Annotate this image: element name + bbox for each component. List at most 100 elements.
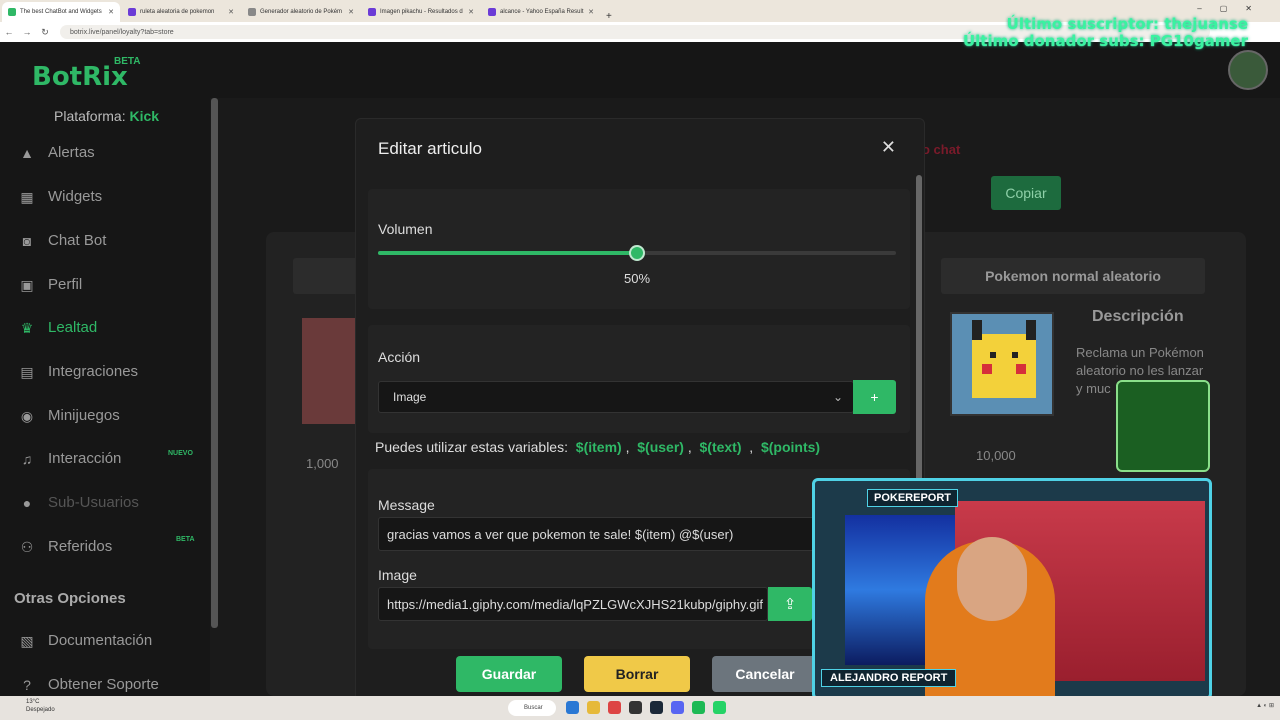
referral-icon: ⚇: [20, 538, 34, 555]
cancel-button[interactable]: Cancelar: [712, 656, 818, 692]
id-card-icon: ▣: [20, 276, 34, 293]
sidebar-item-referidos[interactable]: ⚇ Referidos: [18, 538, 112, 555]
platform-indicator: Plataforma: Kick: [54, 108, 160, 124]
stream-subscriber-overlay: Último suscriptor: thejuanse Último dona…: [962, 15, 1248, 50]
help-icon: ?: [23, 676, 31, 693]
close-icon[interactable]: ✕: [881, 137, 896, 158]
variables-hint: Puedes utilizar estas variables: $(item)…: [375, 439, 821, 455]
warning-icon: ▲: [20, 144, 34, 161]
browser-tab[interactable]: The best ChatBot and Widgets ✕: [2, 2, 120, 22]
close-tab-icon[interactable]: ✕: [228, 8, 234, 16]
sidebar-item-widgets[interactable]: ▦ Widgets: [18, 188, 102, 205]
obs-icon[interactable]: [629, 701, 642, 714]
channel-label: POKEREPORT: [867, 489, 959, 507]
variable-points: $(points): [760, 439, 821, 455]
streamer-head: [957, 537, 1027, 621]
message-label: Message: [378, 497, 435, 513]
add-action-button[interactable]: +: [853, 380, 896, 414]
sidebar-item-minijuegos[interactable]: ◉ Minijuegos: [18, 407, 120, 424]
sidebar-item-perfil[interactable]: ▣ Perfil: [18, 276, 82, 293]
volume-slider-handle[interactable]: [629, 245, 645, 261]
sidebar-item-documentacion[interactable]: ▧ Documentación: [18, 632, 152, 649]
pikachu-icon: [972, 320, 1036, 398]
gamepad-icon: ◉: [20, 407, 34, 424]
volume-slider[interactable]: [378, 245, 896, 261]
action-section: [368, 325, 910, 433]
grid-icon: ▦: [20, 188, 34, 205]
weather-widget[interactable]: 13°C Despejado: [26, 698, 55, 714]
avatar[interactable]: [1228, 50, 1268, 90]
botrix-favicon-icon: [8, 8, 16, 16]
sidebar-item-sub-usuarios[interactable]: ● Sub-Usuarios: [18, 494, 139, 511]
robot-icon: ◙: [22, 232, 32, 249]
new-badge: NUEVO: [168, 450, 193, 457]
streamer-name-label: ALEJANDRO REPORT: [821, 669, 957, 687]
users-icon: ●: [22, 494, 32, 511]
sidebar-item-obtener-soporte[interactable]: ? Obtener Soporte: [18, 676, 159, 693]
spotify-icon[interactable]: [692, 701, 705, 714]
browser-tab[interactable]: alcance - Yahoo España Result ✕: [482, 2, 600, 22]
chevron-down-icon: ⌄: [832, 390, 843, 404]
back-icon[interactable]: ←: [0, 27, 18, 37]
music-icon: ♫: [21, 450, 33, 467]
reload-icon[interactable]: ↻: [36, 27, 54, 38]
favicon-icon: [488, 8, 496, 16]
webcam-overlay: POKEREPORT ALEJANDRO REPORT: [812, 478, 1212, 700]
favicon-icon: [368, 8, 376, 16]
forward-icon[interactable]: →: [18, 27, 36, 37]
sidebar-item-lealtad[interactable]: ♛ Lealtad: [18, 319, 98, 336]
sidebar-item-chat-bot[interactable]: ◙ Chat Bot: [18, 232, 107, 249]
delete-button[interactable]: Borrar: [584, 656, 690, 692]
top-bar: BotRix BETA: [0, 42, 1280, 98]
beta-badge: BETA: [114, 56, 141, 67]
save-button[interactable]: Guardar: [456, 656, 562, 692]
sidebar-item-integraciones[interactable]: ▤ Integraciones: [18, 363, 138, 380]
sidebar-item-interaccion[interactable]: ♫ Interacción: [18, 450, 122, 467]
image-label: Image: [378, 567, 417, 583]
whatsapp-icon[interactable]: [713, 701, 726, 714]
volume-value: 50%: [624, 271, 651, 286]
taskbar-apps: [566, 701, 726, 714]
product-title: Pokemon normal aleatorio: [941, 258, 1205, 294]
volume-label: Volumen: [378, 221, 433, 237]
chrome-icon[interactable]: [608, 701, 621, 714]
product-price: 10,000: [976, 448, 1016, 463]
chat-warning-text: o chat: [922, 142, 961, 157]
sidebar-item-alertas[interactable]: ▲ Alertas: [18, 144, 95, 161]
system-tray[interactable]: ▲ ◐ ⊞: [1256, 702, 1274, 709]
browser-tab[interactable]: Generador aleatorio de Pokém ✕: [242, 2, 360, 22]
variable-user: $(user): [637, 439, 684, 455]
close-tab-icon[interactable]: ✕: [588, 8, 594, 16]
copy-button[interactable]: Copiar: [991, 176, 1061, 210]
beta-badge: BETA: [176, 536, 195, 543]
trophy-icon: ♛: [20, 319, 34, 336]
favicon-icon: [128, 8, 136, 16]
close-tab-icon[interactable]: ✕: [108, 8, 114, 16]
browser-tab[interactable]: Imagen pikachu - Resultados d ✕: [362, 2, 480, 22]
close-tab-icon[interactable]: ✕: [348, 8, 354, 16]
modal-title: Editar articulo: [378, 139, 482, 158]
start-icon[interactable]: [566, 701, 579, 714]
docs-icon: ▧: [20, 632, 34, 649]
store-item-price: 1,000: [306, 456, 339, 471]
action-select[interactable]: Image ⌄: [378, 381, 854, 413]
message-field[interactable]: gracias vamos a ver que pokemon te sale!…: [378, 517, 818, 551]
sidebar: Plataforma: Kick ▲ Alertas ▦ Widgets ◙ Chat…: [0, 98, 210, 696]
close-tab-icon[interactable]: ✕: [468, 8, 474, 16]
discord-icon[interactable]: [671, 701, 684, 714]
window-controls[interactable]: –▢✕: [1197, 4, 1270, 13]
new-tab-button[interactable]: +: [600, 11, 618, 22]
taskbar-search[interactable]: Buscar: [508, 700, 556, 716]
store-item-title: [293, 258, 363, 294]
steam-icon[interactable]: [650, 701, 663, 714]
sidebar-scrollbar[interactable]: [211, 98, 218, 628]
clover-jar-widget: [1116, 380, 1210, 472]
action-label: Acción: [378, 349, 421, 365]
product-description-heading: Descripción: [1092, 308, 1184, 325]
taskbar: 13°C Despejado Buscar ▲ ◐ ⊞: [0, 696, 1280, 720]
browser-tab[interactable]: ruleta aleatoria de pokemon ✕: [122, 2, 240, 22]
upload-icon[interactable]: ⇪: [768, 587, 812, 621]
files-icon[interactable]: [587, 701, 600, 714]
variable-text: $(text): [699, 439, 742, 455]
image-url-field[interactable]: https://media1.giphy.com/media/lqPZLGWcX…: [378, 587, 768, 621]
